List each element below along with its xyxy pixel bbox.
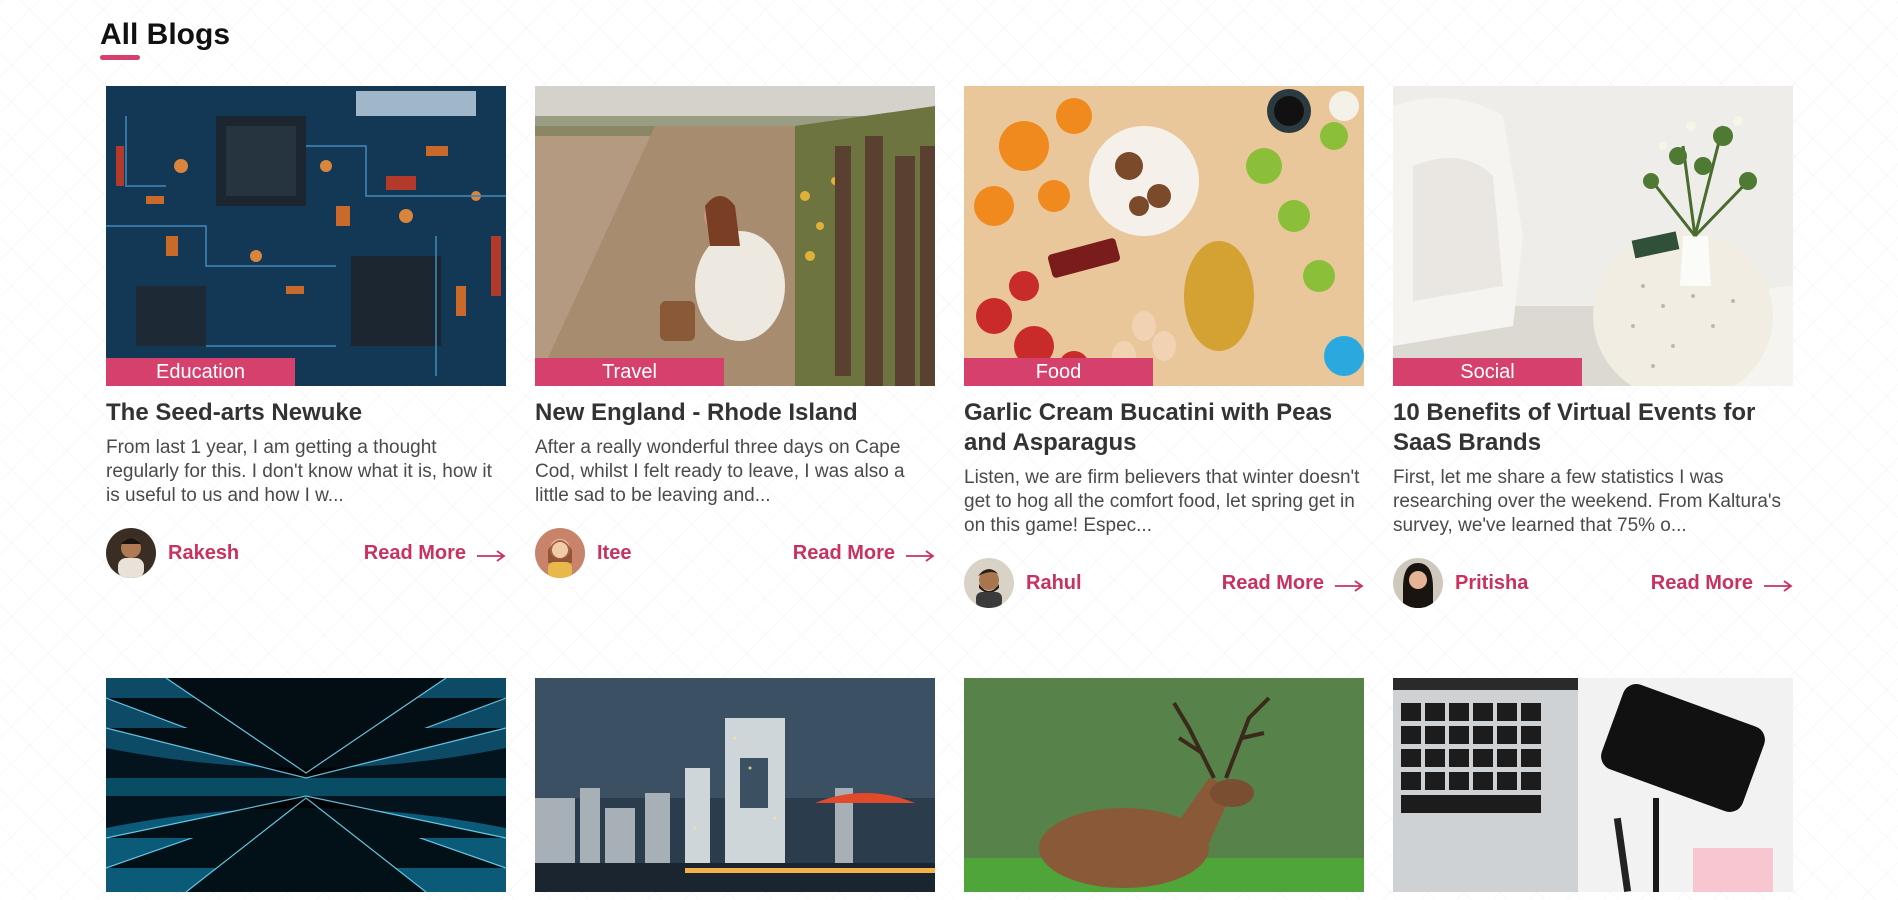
blog-image-deer[interactable] (964, 678, 1364, 892)
author-avatar[interactable] (1393, 558, 1443, 608)
read-more-link[interactable]: Read More (1222, 572, 1364, 595)
blog-card (106, 678, 506, 892)
blog-image-digital-network[interactable] (106, 678, 506, 892)
category-badge[interactable]: Food (964, 358, 1153, 386)
author: Rahul (964, 558, 1082, 608)
author: Rakesh (106, 528, 239, 578)
blog-title[interactable]: 10 Benefits of Virtual Events for SaaS B… (1393, 398, 1793, 458)
read-more-link[interactable]: Read More (793, 542, 935, 565)
blog-card (1393, 678, 1793, 892)
title-underline (100, 55, 140, 60)
blog-title[interactable]: New England - Rhode Island (535, 398, 935, 428)
arrow-right-icon (476, 546, 506, 562)
arrow-right-icon (1763, 576, 1793, 592)
read-more-link[interactable]: Read More (1651, 572, 1793, 595)
blog-image-food-spread[interactable]: Food (964, 86, 1364, 386)
section-title: All Blogs (100, 18, 231, 51)
blog-card: Education The Seed-arts Newuke From last… (106, 86, 506, 608)
blog-excerpt: From last 1 year, I am getting a thought… (106, 437, 492, 506)
author-name[interactable]: Pritisha (1455, 572, 1528, 595)
author-avatar[interactable] (535, 528, 585, 578)
blog-card: Social 10 Benefits of Virtual Events for… (1393, 86, 1793, 608)
card-footer: Pritisha Read More (1393, 558, 1793, 608)
author: Itee (535, 528, 631, 578)
blog-card: Travel New England - Rhode Island After … (535, 86, 935, 608)
blog-excerpt: First, let me share a few statistics I w… (1393, 467, 1782, 536)
blog-image-laptop-desk[interactable] (1393, 678, 1793, 892)
read-more-label: Read More (1650, 571, 1753, 594)
card-footer: Rahul Read More (964, 558, 1364, 608)
blog-image-woman-road[interactable]: Travel (535, 86, 935, 386)
category-badge[interactable]: Travel (535, 358, 724, 386)
card-footer: Itee Read More (535, 528, 935, 578)
card-footer: Rakesh Read More (106, 528, 506, 578)
blog-card (535, 678, 935, 892)
arrow-right-icon (905, 546, 935, 562)
read-more-label: Read More (363, 541, 466, 564)
category-badge[interactable]: Education (106, 358, 295, 386)
author-name[interactable]: Rakesh (168, 542, 239, 565)
blog-image-city-skyline[interactable] (535, 678, 935, 892)
author-avatar[interactable] (964, 558, 1014, 608)
blog-image-circuit-board[interactable]: Education (106, 86, 506, 386)
blog-grid: Education The Seed-arts Newuke From last… (106, 86, 1793, 892)
arrow-right-icon (1334, 576, 1364, 592)
author: Pritisha (1393, 558, 1528, 608)
blog-title[interactable]: The Seed-arts Newuke (106, 398, 506, 428)
author-name[interactable]: Itee (597, 542, 631, 565)
read-more-label: Read More (792, 541, 895, 564)
read-more-link[interactable]: Read More (364, 542, 506, 565)
blog-card (964, 678, 1364, 892)
blog-excerpt: After a really wonderful three days on C… (535, 437, 905, 506)
author-avatar[interactable] (106, 528, 156, 578)
blog-excerpt: Listen, we are firm believers that winte… (964, 467, 1360, 536)
blog-image-living-room[interactable]: Social (1393, 86, 1793, 386)
blog-card: Food Garlic Cream Bucatini with Peas and… (964, 86, 1364, 608)
author-name[interactable]: Rahul (1026, 572, 1082, 595)
blog-title[interactable]: Garlic Cream Bucatini with Peas and Aspa… (964, 398, 1364, 458)
category-badge[interactable]: Social (1393, 358, 1582, 386)
read-more-label: Read More (1221, 571, 1324, 594)
